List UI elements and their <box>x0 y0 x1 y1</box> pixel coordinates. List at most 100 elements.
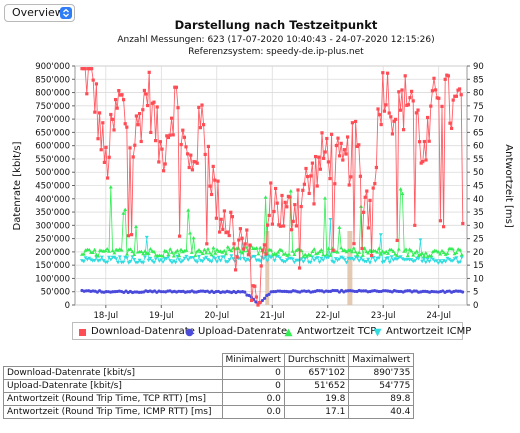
download-point <box>117 88 121 93</box>
table-row: Download-Datenrate [kbit/s] 0 657'102 89… <box>3 366 415 380</box>
download-point <box>358 174 362 178</box>
download-point <box>262 243 266 247</box>
stats-cell-avg: 19.8 <box>283 392 350 406</box>
stats-cell-min: 0.0 <box>221 392 285 406</box>
download-point <box>354 119 358 124</box>
download-point <box>325 136 329 141</box>
download-point <box>347 183 351 187</box>
stats-row-label: Download-Datenrate [kbit/s] <box>3 366 223 380</box>
y-left-tick-label: 150'000 <box>35 261 70 271</box>
download-point <box>450 126 454 131</box>
download-point <box>106 176 110 180</box>
download-point <box>138 112 142 116</box>
download-point <box>384 103 388 107</box>
y-left-tick-label: 700'000 <box>35 115 70 125</box>
y-right-tick-label: 45 <box>473 182 484 192</box>
download-point <box>261 248 265 252</box>
download-point <box>285 205 289 209</box>
stats-cell-max: 89.8 <box>348 392 415 406</box>
y-axis-left: 0 50'000 100'000 150'000 200'000 250'000 300'0… <box>35 62 75 311</box>
download-point <box>250 298 254 303</box>
download-point <box>234 268 238 272</box>
download-point <box>299 204 303 209</box>
stats-cell-min: 0 <box>221 366 285 380</box>
download-point <box>178 234 182 238</box>
download-point <box>398 108 402 112</box>
download-point <box>240 236 244 240</box>
y-left-tick-label: 650'000 <box>35 128 70 138</box>
download-point <box>248 243 252 247</box>
y-right-tick-label: 25 <box>473 235 484 245</box>
download-point <box>336 136 340 140</box>
download-point <box>98 111 102 115</box>
download-point <box>171 133 175 137</box>
download-point <box>238 227 242 231</box>
download-point <box>107 155 111 159</box>
download-point <box>155 105 159 109</box>
download-point <box>362 210 366 214</box>
download-point <box>312 202 316 206</box>
download-point <box>182 135 186 139</box>
download-point <box>93 110 97 114</box>
download-point <box>446 74 450 78</box>
x-tick-label: 21-Jul <box>260 311 285 321</box>
download-point <box>326 160 330 164</box>
download-point <box>181 128 185 132</box>
download-point <box>275 201 279 205</box>
y-left-tick-label: 350'000 <box>35 208 70 218</box>
download-point <box>170 116 174 120</box>
download-point <box>152 100 156 104</box>
y-left-tick-label: 100'000 <box>35 274 70 284</box>
download-point <box>200 103 204 107</box>
table-row: Upload-Datenrate [kbit/s] 0 51'652 54'77… <box>3 379 415 393</box>
download-point <box>349 175 353 179</box>
download-point <box>323 150 327 154</box>
download-point <box>403 74 407 78</box>
download-point <box>306 174 310 179</box>
download-point <box>218 230 222 234</box>
stats-row-label: Antwortzeit (Round Trip Time, ICMP RTT) … <box>3 405 223 419</box>
upload-point <box>461 290 465 294</box>
y-left-tick-label: 400'000 <box>35 195 70 205</box>
y-left-tick-label: 600'000 <box>35 142 70 152</box>
download-point <box>366 226 370 230</box>
download-point <box>437 96 441 100</box>
y-left-tick-label: 250'000 <box>35 235 70 245</box>
download-point <box>221 227 225 231</box>
download-point <box>414 111 418 115</box>
page: Overview Darstellung nach Testzeitpunkt … <box>0 0 520 433</box>
download-point <box>410 89 414 93</box>
stats-row-label: Upload-Datenrate [kbit/s] <box>3 379 223 393</box>
table-row: Antwortzeit (Round Trip Time, TCP RTT) [… <box>3 392 415 406</box>
download-point <box>373 181 377 186</box>
download-point <box>139 139 143 144</box>
download-point <box>389 115 393 119</box>
y-right-tick-label: 35 <box>473 208 484 218</box>
download-point <box>264 252 268 256</box>
download-point <box>227 233 231 238</box>
download-point <box>245 228 249 232</box>
download-point <box>395 238 399 243</box>
x-tick-label: 22-Jul <box>315 311 340 321</box>
download-point <box>120 93 124 97</box>
download-point <box>296 188 300 192</box>
download-point <box>320 131 324 135</box>
download-point <box>136 123 140 127</box>
download-point <box>352 242 356 246</box>
stats-header-empty <box>3 353 223 367</box>
download-point <box>400 88 404 92</box>
y-right-tick-label: 15 <box>473 261 484 271</box>
download-point <box>416 108 420 112</box>
download-point <box>235 255 239 259</box>
legend-label-tcp: Antwortzeit TCP <box>297 326 377 337</box>
download-point <box>302 182 306 186</box>
download-point <box>205 242 209 246</box>
x-tick-label: 18-Jul <box>94 311 119 321</box>
download-point <box>283 200 287 204</box>
legend-triangle-down-marker-icon <box>373 328 382 337</box>
download-point <box>213 178 217 182</box>
x-tick-label: 19-Jul <box>149 311 174 321</box>
download-point <box>226 230 230 234</box>
download-point <box>158 140 162 144</box>
download-point <box>451 98 455 102</box>
